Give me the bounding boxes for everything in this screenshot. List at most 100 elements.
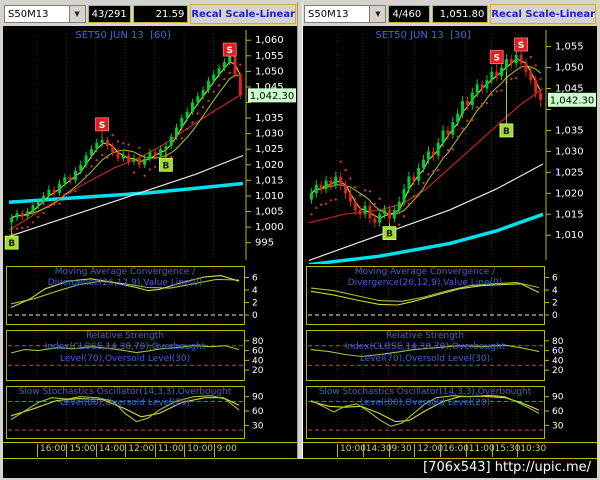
svg-text:B: B — [503, 127, 510, 137]
time-label: 16:00 — [37, 444, 66, 457]
svg-text:1,015: 1,015 — [255, 175, 284, 186]
svg-text:1,020: 1,020 — [255, 160, 284, 171]
symbol-select[interactable]: S50M13 ▼ — [4, 5, 86, 23]
chart-columns: S50M13 ▼ 43/291 21.59 Recal Scale-Linear… — [3, 2, 597, 459]
svg-text:1,020: 1,020 — [555, 188, 584, 199]
svg-text:0: 0 — [552, 311, 558, 321]
chart-title: SET50 JUN 13 [60] — [75, 30, 171, 41]
rsi-title: Relative Strength Index(CLOSE,14,30,70),… — [44, 331, 206, 364]
svg-text:1,030: 1,030 — [555, 146, 584, 157]
svg-text:1,035: 1,035 — [255, 113, 284, 124]
svg-text:40: 40 — [252, 356, 264, 366]
svg-text:60: 60 — [252, 347, 264, 357]
svg-text:1,050: 1,050 — [255, 66, 284, 77]
price-chart-svg: B S B S 995 1,000 1,005 1,010 1,015 1,020 1,025 1,0… — [3, 26, 297, 264]
chart-title: SET50 JUN 13 [30] — [375, 30, 471, 41]
time-label: 10:00 — [337, 444, 366, 457]
chevron-down-icon[interactable]: ▼ — [68, 6, 85, 22]
svg-text:S: S — [493, 54, 499, 64]
macd-panel: 6 4 2 0 Moving Average Convergence / Diverg… — [3, 266, 297, 328]
svg-text:S: S — [99, 121, 105, 131]
macd-title: Moving Average Convergence / Divergence(… — [347, 267, 503, 289]
stoch-panel: 90 60 30 Slow Stochastics Oscillator(14,3,… — [303, 386, 597, 442]
price-chart-right: B S B S 1,010 1,015 1,020 1,025 1,030 1,035 1,045 1… — [303, 26, 597, 264]
svg-text:S: S — [518, 41, 524, 51]
svg-text:6: 6 — [252, 274, 258, 284]
recal-scale-button[interactable]: Recal Scale-Linear — [189, 3, 297, 25]
symbol-label: S50M13 — [308, 8, 349, 20]
svg-text:1,055: 1,055 — [555, 42, 584, 53]
time-label: 12:00 — [125, 444, 154, 457]
value-field[interactable]: 21.59 — [132, 5, 189, 23]
svg-text:1,015: 1,015 — [555, 209, 584, 220]
rsi-panel: 80 60 40 20 Relative Strength Index(CLOSE,1… — [3, 330, 297, 384]
time-label: 12:00 — [414, 444, 443, 457]
svg-text:995: 995 — [255, 238, 274, 249]
macd-panel: 6 4 2 0 Moving Average Convergence / Diverg… — [303, 266, 597, 328]
svg-text:1,050: 1,050 — [555, 63, 584, 74]
toolbar-left: S50M13 ▼ 43/291 21.59 Recal Scale-Linear — [3, 2, 297, 26]
svg-text:1,042.30: 1,042.30 — [250, 91, 295, 102]
svg-text:6: 6 — [552, 274, 558, 284]
svg-text:1,025: 1,025 — [255, 144, 284, 155]
watermark: [706x543] http://upic.me/ — [3, 459, 597, 478]
chevron-down-icon[interactable]: ▼ — [369, 6, 386, 22]
svg-text:30: 30 — [552, 421, 564, 431]
svg-text:80: 80 — [552, 337, 564, 347]
svg-text:4: 4 — [552, 286, 558, 296]
svg-text:1,000: 1,000 — [255, 222, 284, 233]
time-axis-left: 16:00 15:00 14:00 12:00 11:00 10:00 9:00 — [3, 442, 297, 459]
svg-text:0: 0 — [252, 311, 258, 321]
time-label: 11:00 — [465, 444, 495, 457]
svg-text:20: 20 — [552, 366, 564, 376]
macd-title: Moving Average Convergence / Divergence(… — [47, 267, 203, 289]
svg-text:B: B — [8, 239, 15, 249]
svg-text:B: B — [162, 161, 169, 171]
svg-text:90: 90 — [252, 393, 264, 403]
svg-text:4: 4 — [252, 286, 258, 296]
svg-text:60: 60 — [252, 407, 264, 417]
time-label: 14:30 — [362, 444, 392, 457]
price-chart-left: B S B S 995 1,000 1,005 1,010 1,015 1,020 1,025 1,0… — [3, 26, 297, 264]
time-label: 11:00 — [154, 444, 184, 457]
svg-text:1,055: 1,055 — [255, 51, 284, 62]
value-field[interactable]: 1,051.80 — [432, 5, 489, 23]
svg-text:1,005: 1,005 — [255, 207, 284, 218]
recal-scale-button[interactable]: Recal Scale-Linear — [489, 3, 597, 25]
chart-panel-left: S50M13 ▼ 43/291 21.59 Recal Scale-Linear… — [3, 2, 297, 459]
symbol-select[interactable]: S50M13 ▼ — [304, 5, 387, 23]
rsi-panel: 80 60 40 20 Relative Strength Index(CLOSE,1… — [303, 330, 597, 384]
time-label: 9:30 — [388, 444, 412, 457]
svg-text:1,010: 1,010 — [555, 230, 584, 241]
svg-text:1,025: 1,025 — [555, 167, 584, 178]
toolbar-right: S50M13 ▼ 4/460 1,051.80 Recal Scale-Line… — [303, 2, 597, 26]
svg-text:1,030: 1,030 — [255, 129, 284, 140]
svg-text:1,060: 1,060 — [255, 35, 284, 46]
bar-counter-field[interactable]: 4/460 — [388, 5, 431, 23]
time-label: 14:00 — [95, 444, 125, 457]
svg-text:2: 2 — [252, 299, 258, 309]
svg-text:1,035: 1,035 — [555, 125, 584, 136]
price-chart-svg: BSBS1,0101,0151,0201,0251,0301,0351,0451… — [303, 26, 597, 264]
time-axis-right: 10:00 14:30 9:30 12:00 16:00 11:00 15:30 10:30 — [303, 442, 597, 459]
stoch-title: Slow Stochastics Oscillator(14,3,3),Over… — [18, 387, 232, 409]
time-label: 16:00 — [440, 444, 469, 457]
svg-text:60: 60 — [552, 347, 564, 357]
svg-text:S: S — [226, 46, 232, 56]
svg-text:1,010: 1,010 — [255, 191, 284, 202]
time-label: 10:30 — [517, 444, 546, 457]
rsi-title: Relative Strength Index(CLOSE,14,30,70),… — [344, 331, 506, 364]
svg-text:20: 20 — [252, 366, 264, 376]
svg-text:60: 60 — [552, 407, 564, 417]
svg-text:40: 40 — [552, 356, 564, 366]
bar-counter-field[interactable]: 43/291 — [87, 5, 131, 23]
chart-panel-right: S50M13 ▼ 4/460 1,051.80 Recal Scale-Line… — [303, 2, 597, 459]
time-label: 9:00 — [213, 444, 237, 457]
svg-text:80: 80 — [252, 337, 264, 347]
svg-text:30: 30 — [252, 421, 264, 431]
stoch-title: Slow Stochastics Oscillator(14,3,3),Over… — [318, 387, 532, 409]
time-label: 10:00 — [184, 444, 213, 457]
stoch-panel: 90 60 30 Slow Stochastics Oscillator(14,3,… — [3, 386, 297, 442]
svg-text:1,042.30: 1,042.30 — [550, 95, 595, 106]
time-label: 15:00 — [66, 444, 95, 457]
